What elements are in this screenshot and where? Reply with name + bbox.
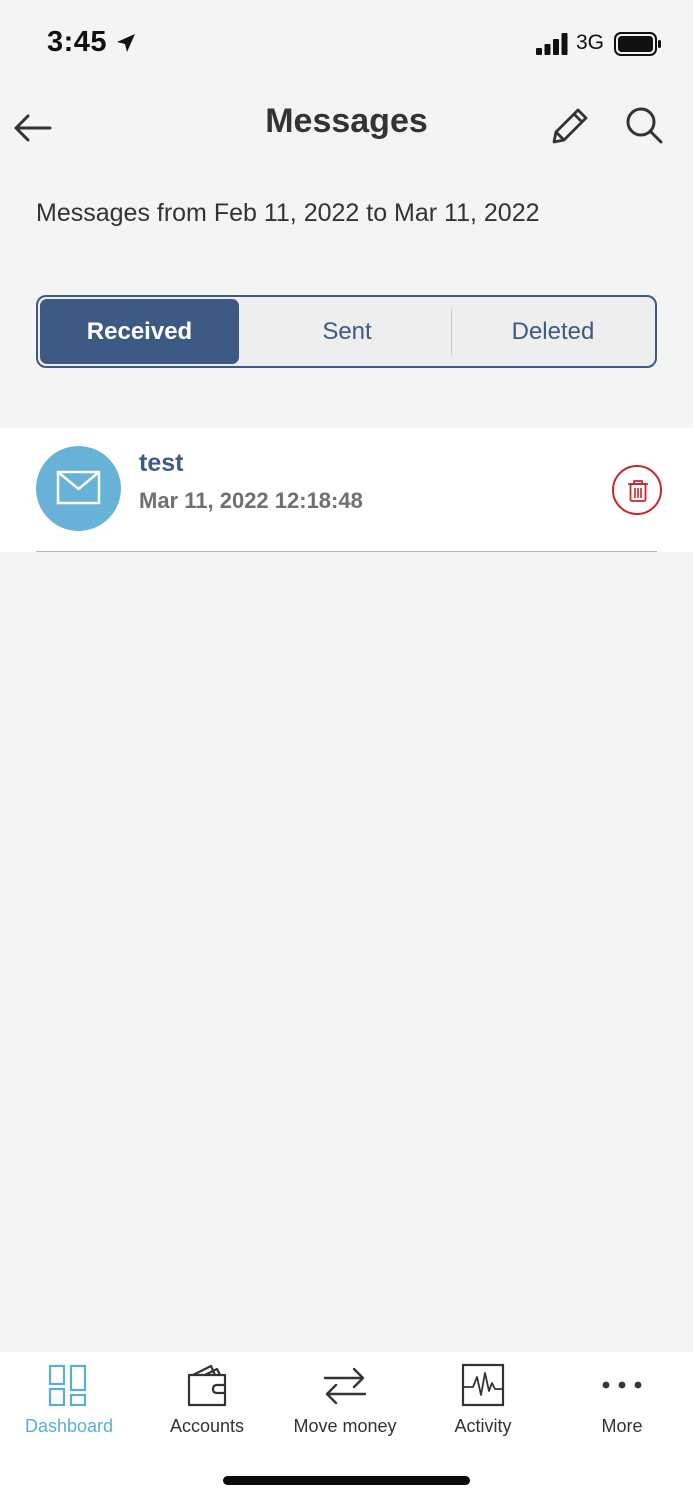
message-date: Mar 11, 2022 12:18:48 (139, 488, 363, 513)
wallet-icon (187, 1364, 227, 1407)
tab-sent[interactable]: Sent (243, 297, 451, 366)
network-type: 3G (576, 31, 605, 54)
transfer-arrows-icon (323, 1367, 367, 1405)
tab-dashboard-label: Dashboard (24, 1416, 114, 1436)
battery-icon (614, 32, 661, 56)
message-list: test Mar 11, 2022 12:18:48 (0, 428, 693, 552)
message-avatar (36, 446, 121, 531)
tab-accounts-label: Accounts (169, 1416, 245, 1436)
tab-more-label: More (601, 1416, 643, 1436)
activity-chart-icon (461, 1363, 505, 1407)
pencil-icon[interactable] (548, 104, 592, 148)
date-range-text: Messages from Feb 11, 2022 to Mar 11, 20… (36, 199, 540, 227)
row-divider (36, 551, 657, 552)
list-item[interactable]: test Mar 11, 2022 12:18:48 (0, 428, 693, 552)
cellular-signal-icon (536, 33, 568, 55)
tab-deleted[interactable]: Deleted (451, 297, 655, 366)
location-arrow-icon (117, 34, 135, 52)
header: Messages (0, 88, 693, 160)
message-folder-segmented-control: Received Sent Deleted (36, 295, 657, 368)
tab-more[interactable]: More (553, 1352, 691, 1452)
more-dots-icon (602, 1381, 642, 1389)
tab-move-money-label: Move money (293, 1416, 397, 1436)
envelope-icon (56, 470, 101, 505)
search-icon[interactable] (622, 104, 666, 148)
tab-received[interactable]: Received (40, 299, 239, 364)
tab-activity-label: Activity (454, 1416, 512, 1436)
tab-activity[interactable]: Activity (414, 1352, 552, 1452)
status-time: 3:45 (47, 26, 108, 58)
tab-accounts[interactable]: Accounts (138, 1352, 276, 1452)
dashboard-icon (48, 1364, 87, 1407)
tab-move-money[interactable]: Move money (276, 1352, 414, 1452)
delete-message-button[interactable] (612, 465, 662, 515)
tab-dashboard[interactable]: Dashboard (0, 1352, 138, 1452)
trash-icon (628, 480, 648, 502)
message-subject: test (139, 449, 184, 477)
status-bar: 3:45 3G (0, 0, 693, 88)
home-indicator (223, 1476, 470, 1485)
